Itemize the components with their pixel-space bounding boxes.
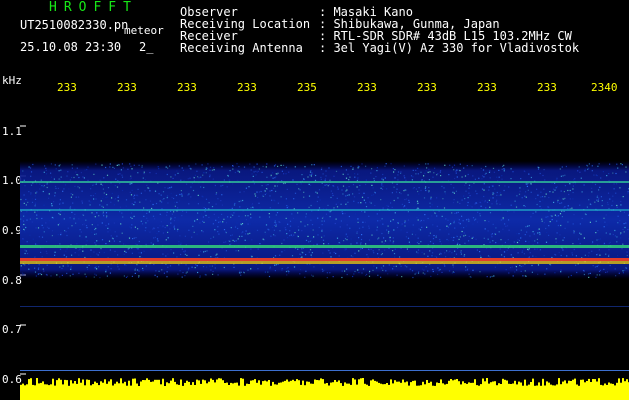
faint-line (20, 370, 629, 371)
spectrogram-panel (20, 95, 629, 400)
y-axis-unit: kHz (2, 74, 22, 87)
x-tick-label: 233 (537, 81, 557, 94)
x-tick-label: 233 (357, 81, 377, 94)
x-tick-label: 235 (297, 81, 317, 94)
x-tick-label: 233 (237, 81, 257, 94)
x-tick-label: 233 (177, 81, 197, 94)
x-tick-label: 233 (477, 81, 497, 94)
carrier-line (20, 181, 629, 183)
carrier-line-halo (20, 261, 629, 264)
y-tick-label: 0.6 (2, 373, 22, 386)
carrier-line-strong (20, 258, 629, 261)
y-tick-label: 1.0 (2, 174, 22, 187)
y-tick-label: 1.1 (2, 125, 22, 138)
signal-level-bars (20, 378, 629, 400)
app-title: HROFFT (49, 0, 138, 15)
carrier-line (20, 209, 629, 211)
y-tick-label: 0.7 (2, 323, 22, 336)
datetime-label: 25.10.08 23:30 (20, 40, 122, 54)
filename-label: UT2510082330.pn (20, 18, 129, 32)
spectrogram (20, 125, 629, 400)
carrier-line (20, 245, 629, 248)
y-tick-label: 0.8 (2, 274, 22, 287)
meteor-label: meteor (124, 24, 164, 37)
antenna-key: Receiving Antenna (180, 41, 303, 55)
x-tick-label: 233 (57, 81, 77, 94)
meteor-count: 2_ (139, 40, 154, 54)
y-tick-label: 0.9 (2, 224, 22, 237)
faint-line (20, 306, 629, 307)
x-tick-label: 2340 (591, 81, 618, 94)
antenna-value: : 3el Yagi(V) Az 330 for Vladivostok (319, 41, 580, 55)
x-tick-label: 233 (417, 81, 437, 94)
x-tick-label: 233 (117, 81, 137, 94)
